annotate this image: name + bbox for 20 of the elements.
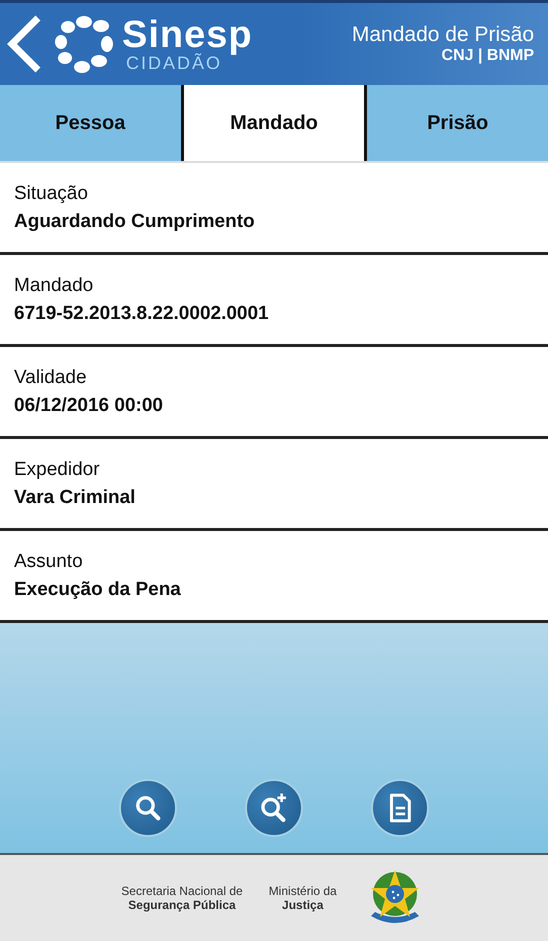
tab[interactable]: Mandado (180, 85, 368, 161)
field-label: Expedidor (14, 458, 101, 480)
field-value: 06/12/2016 00:00 (14, 394, 164, 416)
field-label: Mandado (14, 274, 94, 296)
field-value: Aguardando Cumprimento (14, 210, 256, 232)
organization-name: Secretaria Nacional de (121, 884, 243, 898)
field-label: Validade (14, 366, 88, 388)
ministry-name: Justiça (282, 898, 324, 912)
field-value: Vara Criminal (14, 486, 136, 508)
field-label: Situação (14, 182, 89, 204)
field-value: 6719-52.2013.8.22.0002.0001 (14, 302, 270, 324)
ministry-name: Ministério da (268, 884, 337, 898)
field-value: Execução da Pena (14, 578, 182, 600)
logo-subtitle: CIDADÃO (126, 54, 222, 72)
screen-title: Mandado de Prisão (352, 23, 534, 47)
logo-icon (54, 14, 114, 74)
screen-subtitle: CNJ | BNMP (442, 47, 534, 65)
organization-name: Segurança Pública (128, 898, 236, 912)
logo-name: Sinesp (122, 16, 253, 54)
field-label: Assunto (14, 550, 84, 572)
